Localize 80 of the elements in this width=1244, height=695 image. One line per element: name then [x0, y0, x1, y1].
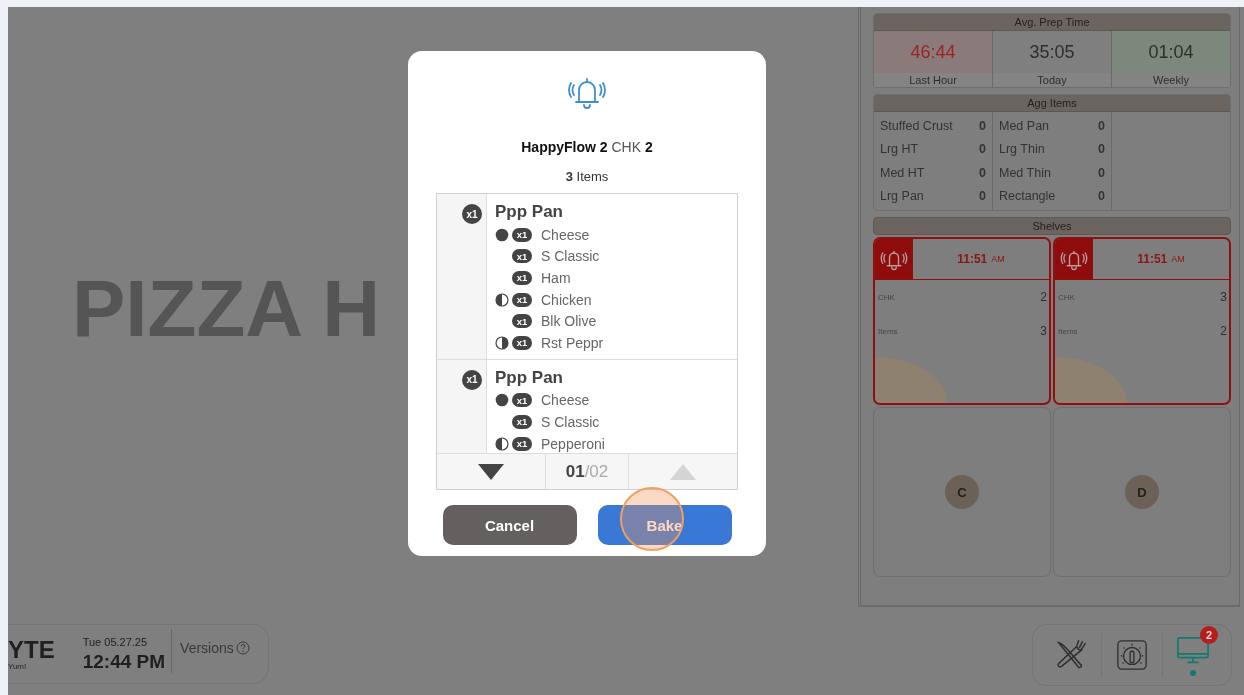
- item-name: Lrg HT: [880, 142, 919, 157]
- quantity-badge: x1: [512, 414, 532, 429]
- dial-knob-icon: [1116, 639, 1148, 671]
- item-count: 0: [979, 118, 986, 133]
- quantity-badge: x1: [512, 249, 532, 264]
- item-count: 0: [1098, 118, 1105, 133]
- empty-shelf-slot[interactable]: C: [873, 407, 1051, 577]
- item-name: Med Thin: [999, 165, 1051, 180]
- item-name: Ppp Pan: [495, 367, 564, 388]
- slot-label: D: [1125, 475, 1159, 509]
- slot-label: C: [945, 475, 979, 509]
- section-header: Shelves: [873, 217, 1231, 235]
- item-name: Ppp Pan: [495, 202, 564, 222]
- prep-time-label: Last Hour: [874, 73, 992, 87]
- items-count: 2: [1220, 324, 1227, 338]
- whole-portion-icon: [495, 227, 509, 242]
- clock-time: 12:44 PM: [82, 650, 166, 673]
- empty-shelf-slot[interactable]: D: [1053, 407, 1231, 577]
- quantity-badge: x1: [512, 292, 532, 307]
- prep-time-label: Weekly: [1112, 73, 1230, 87]
- items-count: 3: [1040, 324, 1047, 338]
- dialog-title: HappyFlow 2 CHK 2: [521, 139, 653, 155]
- item-count: 0: [979, 165, 986, 180]
- prep-time-label: Today: [993, 73, 1111, 87]
- monitor-button[interactable]: 2: [1163, 627, 1223, 683]
- right-half-portion-icon: [495, 335, 509, 350]
- page-indicator: 01/02: [545, 454, 629, 489]
- item-count-text: 3 Items: [565, 169, 609, 184]
- item-count: 0: [979, 189, 986, 204]
- item-name: Lrg Pan: [880, 189, 924, 204]
- item-name: Lrg Thin: [999, 142, 1045, 157]
- topping-name: Pepperoni: [541, 435, 605, 452]
- quantity-badge: x1: [512, 393, 532, 408]
- chk-number: 3: [1220, 290, 1227, 304]
- up-triangle-icon: [669, 462, 697, 481]
- notification-badge: 2: [1200, 625, 1218, 644]
- quantity-badge: x1: [512, 436, 532, 451]
- selected-indicator-icon: [1190, 669, 1196, 676]
- item-count: 0: [1098, 142, 1105, 157]
- item-name: Rectangle: [999, 189, 1056, 204]
- down-triangle-icon: [477, 462, 505, 481]
- topping-name: Rst Peppr: [541, 334, 604, 351]
- topping-name: Blk Olive: [541, 313, 597, 330]
- bake-button[interactable]: Bake: [597, 505, 732, 545]
- item-name: Stuffed Crust: [880, 118, 953, 133]
- order-time: 11:51 AM: [1136, 251, 1186, 268]
- quantity-badge: x1: [462, 204, 482, 224]
- help-icon[interactable]: [235, 641, 250, 655]
- quantity-badge: x1: [512, 227, 532, 242]
- logo-text: YTE: [8, 637, 55, 662]
- left-half-portion-icon: [495, 436, 509, 451]
- topping-name: Cheese: [541, 392, 590, 409]
- topping-name: Cheese: [541, 226, 590, 243]
- item-count: 0: [1098, 165, 1105, 180]
- topping-name: Chicken: [541, 291, 592, 308]
- versions-link[interactable]: Versions: [180, 640, 234, 656]
- quantity-badge: x1: [512, 314, 532, 329]
- prep-time-value: 01:04: [1112, 31, 1230, 73]
- topping-name: S Classic: [541, 248, 600, 265]
- section-header: Agg Items: [874, 95, 1230, 112]
- quantity-badge: x1: [462, 369, 482, 390]
- item-name: Med Pan: [999, 118, 1050, 133]
- section-header: Avg. Prep Time: [874, 14, 1230, 31]
- topping-name: S Classic: [541, 413, 600, 430]
- alert-bell-icon: [875, 239, 913, 279]
- left-half-portion-icon: [495, 292, 509, 307]
- cancel-button[interactable]: Cancel: [442, 505, 577, 545]
- topping-name: Ham: [541, 270, 571, 286]
- logo-tagline: Yum!: [8, 661, 28, 671]
- date-text: Tue 05.27.25: [82, 635, 149, 648]
- quantity-badge: x1: [512, 335, 532, 350]
- item-name: Med HT: [880, 165, 925, 180]
- item-count: 0: [979, 142, 986, 157]
- whole-portion-icon: [495, 393, 509, 408]
- prep-time-value: 46:44: [874, 31, 992, 73]
- chk-number: 2: [1040, 290, 1047, 304]
- alert-bell-icon: [1055, 239, 1093, 279]
- order-time: 11:51 AM: [956, 251, 1006, 268]
- quantity-badge: x1: [512, 271, 532, 285]
- item-count: 0: [1098, 189, 1105, 204]
